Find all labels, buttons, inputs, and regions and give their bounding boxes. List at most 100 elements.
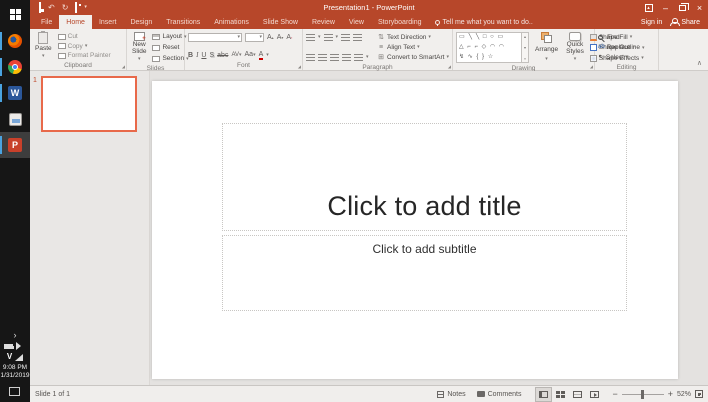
align-text-button[interactable]: ≡Align Text▾ — [377, 42, 449, 52]
arrange-button[interactable]: Arrange ▾ — [533, 31, 560, 64]
slide-show-view-button[interactable] — [586, 387, 603, 402]
strikethrough-button[interactable]: abc — [217, 51, 228, 60]
align-left-button[interactable] — [306, 54, 315, 61]
taskbar-item-powerpoint[interactable]: P — [0, 132, 30, 158]
slide-canvas[interactable]: Click to add title Click to add subtitle — [152, 81, 678, 379]
zoom-slider[interactable] — [622, 394, 664, 395]
tell-me-box[interactable]: Tell me what you want to do.. — [429, 15, 539, 29]
close-button[interactable]: × — [691, 0, 708, 15]
underline-button[interactable]: U — [201, 51, 206, 60]
collapse-ribbon-button[interactable]: ∧ — [697, 59, 702, 67]
tab-storyboarding[interactable]: Storyboarding — [371, 15, 429, 29]
tab-animations[interactable]: Animations — [207, 15, 256, 29]
align-right-button[interactable] — [330, 54, 339, 61]
convert-to-smartart-button[interactable]: ⊞Convert to SmartArt▾ — [377, 52, 449, 62]
minimize-button[interactable]: – — [657, 0, 674, 15]
bullets-button[interactable] — [306, 34, 315, 41]
clear-formatting-button[interactable]: A▪ — [286, 33, 292, 42]
redo-button[interactable]: ↻ — [62, 0, 69, 15]
tab-design[interactable]: Design — [123, 15, 159, 29]
grow-font-button[interactable]: A▴ — [267, 33, 274, 42]
copy-caret-icon: ▾ — [85, 43, 88, 49]
tab-transitions[interactable]: Transitions — [159, 15, 207, 29]
paste-button[interactable]: Paste ▾ — [33, 31, 54, 61]
tab-home[interactable]: Home — [59, 15, 92, 29]
reset-button[interactable]: Reset — [152, 43, 188, 52]
copy-button[interactable]: Copy▾ — [58, 42, 111, 51]
change-case-button[interactable]: Aa▾ — [245, 50, 256, 60]
system-tray: › V 9:08 PM 1/31/2019 — [1, 331, 30, 402]
slide-thumbnail[interactable] — [41, 76, 137, 132]
slide-thumbnail-panel[interactable]: 1 — [30, 71, 150, 385]
clock-date: 1/31/2019 — [1, 372, 30, 379]
slide-sorter-view-button[interactable] — [552, 387, 569, 402]
tray-expand-chevron-icon[interactable]: › — [13, 331, 16, 339]
tab-insert[interactable]: Insert — [92, 15, 124, 29]
font-color-button[interactable]: A — [259, 51, 264, 60]
sign-in-link[interactable]: Sign in — [641, 19, 662, 26]
taskbar-item-word[interactable]: W — [0, 80, 30, 106]
clock[interactable]: 9:08 PM 1/31/2019 — [1, 364, 30, 380]
zoom-level[interactable]: 52% — [677, 391, 691, 398]
tab-view[interactable]: View — [342, 15, 371, 29]
quick-styles-button[interactable]: Quick Styles ▾ — [564, 31, 586, 64]
shrink-font-button[interactable]: A▾ — [277, 33, 284, 42]
title-placeholder[interactable]: Click to add title — [222, 123, 627, 231]
reading-view-button[interactable] — [569, 387, 586, 402]
start-button[interactable] — [0, 0, 30, 28]
bold-button[interactable]: B — [188, 51, 193, 60]
text-direction-button[interactable]: ⇅Text Direction▾ — [377, 32, 449, 42]
find-button[interactable]: Find — [598, 32, 635, 42]
format-painter-button[interactable]: Format Painter — [58, 51, 111, 60]
ribbon-display-options-button[interactable]: ▴ — [640, 0, 657, 15]
subtitle-placeholder[interactable]: Click to add subtitle — [222, 235, 627, 311]
taskbar-item-firefox[interactable] — [0, 28, 30, 54]
clipboard-dialog-launcher[interactable]: ◢ — [122, 65, 125, 69]
drawing-dialog-launcher[interactable]: ◢ — [590, 65, 593, 69]
notes-button[interactable]: Notes — [434, 391, 468, 398]
undo-button[interactable]: ↶ — [48, 0, 55, 15]
network-icon[interactable] — [15, 354, 23, 361]
share-button[interactable]: Share — [670, 18, 700, 26]
show-desktop-button[interactable] — [9, 387, 20, 396]
new-slide-button[interactable]: New Slide ▾ — [130, 31, 148, 64]
fit-to-window-button[interactable] — [695, 390, 703, 398]
layout-button[interactable]: Layout▾ — [152, 32, 188, 41]
shapes-gallery[interactable]: ▭ ╲ ╲ □ ○ ▭ △ ⌐ ⌐ ◇ ◠ ◠ ↯ ∿ { } ☆ — [456, 32, 522, 63]
taskbar-item-chrome[interactable] — [0, 54, 30, 80]
decrease-indent-button[interactable] — [341, 34, 350, 41]
zoom-out-button[interactable]: − — [612, 389, 617, 399]
select-button[interactable]: ↖Select▾ — [598, 52, 635, 62]
vpn-icon[interactable]: V — [7, 353, 12, 361]
tab-slide-show[interactable]: Slide Show — [256, 15, 305, 29]
zoom-in-button[interactable]: + — [668, 389, 673, 399]
tab-file[interactable]: File — [34, 15, 59, 29]
normal-view-button[interactable] — [535, 387, 552, 402]
replace-button[interactable]: abReplace▾ — [598, 42, 635, 52]
columns-button[interactable] — [354, 54, 363, 61]
tab-review[interactable]: Review — [305, 15, 342, 29]
align-center-button[interactable] — [318, 54, 327, 61]
save-button[interactable] — [39, 0, 41, 15]
cut-button[interactable]: Cut — [58, 32, 111, 41]
start-from-beginning-button[interactable] — [75, 0, 77, 15]
comments-button[interactable]: Comments — [474, 391, 525, 398]
text-shadow-button[interactable]: S — [209, 51, 214, 60]
character-spacing-button[interactable]: AV▾ — [231, 51, 241, 60]
shapes-gallery-scrollbar[interactable]: ▴▾▿ — [522, 32, 529, 63]
section-button[interactable]: Section▾ — [152, 54, 188, 63]
taskbar-item-installer[interactable] — [0, 106, 30, 132]
zoom-slider-thumb[interactable] — [641, 390, 644, 399]
customize-qat-button[interactable]: ▾ — [84, 0, 87, 15]
battery-icon[interactable] — [4, 344, 13, 349]
italic-button[interactable]: I — [196, 51, 198, 60]
increase-indent-button[interactable] — [353, 34, 362, 41]
restore-button[interactable] — [674, 0, 691, 15]
font-name-combobox[interactable]: ▾ — [188, 33, 242, 42]
paragraph-dialog-launcher[interactable]: ◢ — [448, 65, 451, 69]
font-size-combobox[interactable]: ▾ — [245, 33, 264, 42]
font-dialog-launcher[interactable]: ◢ — [298, 65, 301, 69]
justify-button[interactable] — [342, 54, 351, 61]
volume-icon[interactable] — [16, 342, 25, 350]
numbering-button[interactable] — [324, 34, 333, 41]
